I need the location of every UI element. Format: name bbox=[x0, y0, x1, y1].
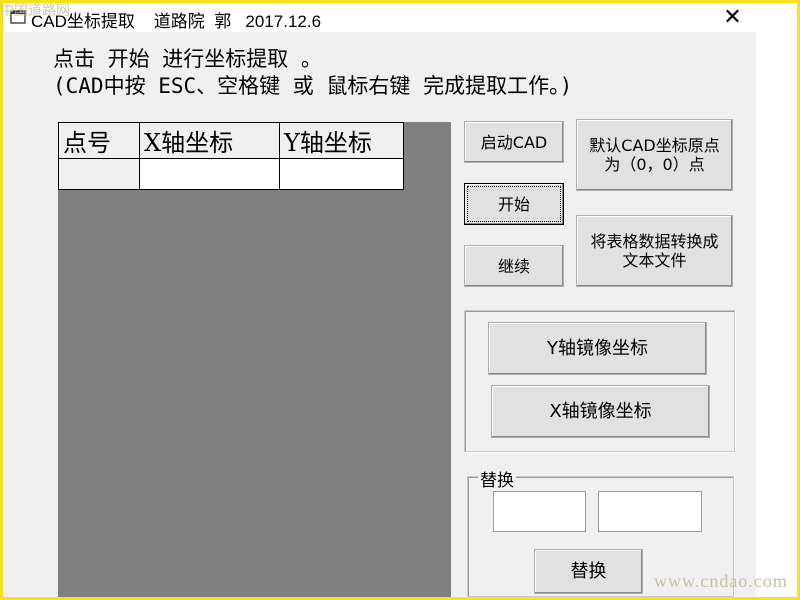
replace-group-label: 替换 bbox=[478, 466, 516, 491]
row-header-cell[interactable] bbox=[58, 158, 140, 190]
table-cell-y[interactable] bbox=[279, 158, 404, 190]
watermark-top-left: 中国道路网 bbox=[0, 4, 70, 19]
x-mirror-button[interactable]: X轴镜像坐标 bbox=[491, 385, 710, 438]
table-header-row: 点号 X轴坐标 Y轴坐标 bbox=[58, 122, 404, 159]
app-window: CAD坐标提取 道路院 郭 2017.12.6 ✕ 点击 开始 进行坐标提取 。… bbox=[3, 3, 756, 600]
find-input[interactable] bbox=[493, 491, 586, 532]
table-cell-x[interactable] bbox=[139, 158, 280, 190]
export-text-button[interactable]: 将表格数据转换成文本文件 bbox=[576, 215, 733, 287]
column-header-point-no[interactable]: 点号 bbox=[58, 122, 140, 159]
window-title: CAD坐标提取 道路院 郭 2017.12.6 bbox=[31, 12, 322, 31]
background-strip bbox=[756, 3, 797, 597]
default-origin-button[interactable]: 默认CAD坐标原点为（0，0）点 bbox=[576, 119, 733, 191]
column-header-y[interactable]: Y轴坐标 bbox=[279, 122, 404, 159]
coordinate-table[interactable]: 点号 X轴坐标 Y轴坐标 bbox=[58, 122, 404, 190]
start-button[interactable]: 开始 bbox=[464, 183, 564, 225]
close-icon[interactable]: ✕ bbox=[709, 3, 756, 32]
replace-button[interactable]: 替换 bbox=[534, 549, 643, 594]
table-row[interactable] bbox=[58, 158, 404, 190]
start-cad-button[interactable]: 启动CAD bbox=[464, 121, 564, 163]
y-mirror-button[interactable]: Y轴镜像坐标 bbox=[488, 322, 707, 375]
title-bar[interactable]: CAD坐标提取 道路院 郭 2017.12.6 ✕ bbox=[3, 3, 756, 32]
instruction-line-1: 点击 开始 进行坐标提取 。 bbox=[53, 47, 322, 71]
watermark-bottom-right: www.cndao.com bbox=[654, 571, 788, 591]
replace-input[interactable] bbox=[598, 491, 702, 532]
continue-button[interactable]: 继续 bbox=[464, 245, 564, 287]
coordinate-grid[interactable]: 点号 X轴坐标 Y轴坐标 bbox=[58, 122, 451, 600]
column-header-x[interactable]: X轴坐标 bbox=[139, 122, 280, 159]
instruction-line-2: (CAD中按 ESC、空格键 或 鼠标右键 完成提取工作。) bbox=[53, 74, 573, 98]
